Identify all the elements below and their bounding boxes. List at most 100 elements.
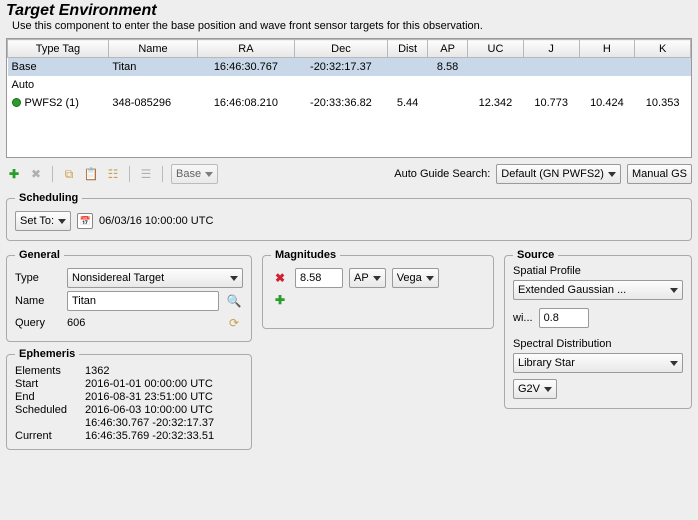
auto-group-label: Auto (8, 76, 691, 94)
cell-name: Titan (108, 58, 197, 76)
separator (162, 166, 163, 182)
refresh-icon[interactable]: ⟳ (225, 314, 243, 332)
scheduling-datetime: 06/03/16 10:00:00 UTC (99, 215, 213, 227)
scheduled-coords: 16:46:30.767 -20:32:17.37 (85, 417, 214, 429)
spatial-profile-label: Spatial Profile (513, 265, 683, 277)
source-legend: Source (513, 249, 558, 261)
col-ap[interactable]: AP (428, 40, 468, 58)
spectral-dist-combo[interactable]: Library Star (513, 353, 683, 373)
set-to-combo[interactable]: Set To: (15, 211, 71, 231)
query-value: 606 (67, 317, 219, 329)
cell-h (579, 58, 635, 76)
start-value: 2016-01-01 00:00:00 UTC (85, 378, 213, 390)
col-j[interactable]: J (523, 40, 579, 58)
cell-tag: PWFS2 (1) (8, 94, 109, 112)
table-header-row: Type Tag Name RA Dec Dist AP UC J H K (8, 40, 691, 58)
manual-gs-button[interactable]: Manual GS (627, 164, 692, 184)
general-legend: General (15, 249, 64, 261)
type-combo[interactable]: Nonsidereal Target (67, 268, 243, 288)
source-panel: Source Spatial Profile Extended Gaussian… (504, 249, 692, 409)
cell-uc: 12.342 (468, 94, 524, 112)
search-icon[interactable]: 🔍 (225, 292, 243, 310)
add-magnitude-icon[interactable]: ✚ (271, 291, 289, 309)
table-row-base[interactable]: Base Titan 16:46:30.767 -20:32:17.37 8.5… (8, 58, 691, 76)
col-name[interactable]: Name (108, 40, 197, 58)
cell-dist (388, 58, 428, 76)
current-value: 16:46:35.769 -20:32:33.51 (85, 430, 214, 442)
col-ra[interactable]: RA (198, 40, 295, 58)
targets-table: Type Tag Name RA Dec Dist AP UC J H K Ba… (6, 38, 692, 158)
copy-icon[interactable]: ⧉ (61, 166, 77, 182)
chevron-down-icon (608, 172, 616, 177)
page-subtitle: Use this component to enter the base pos… (0, 20, 698, 36)
remove-magnitude-icon[interactable]: ✖ (271, 269, 289, 287)
cell-k: 10.353 (635, 94, 691, 112)
query-label: Query (15, 317, 61, 329)
add-icon[interactable]: ✚ (6, 166, 22, 182)
current-label: Current (15, 430, 79, 442)
elements-label: Elements (15, 365, 79, 377)
magnitude-band-combo[interactable]: AP (349, 268, 386, 288)
cell-k (635, 58, 691, 76)
spatial-profile-combo[interactable]: Extended Gaussian ... (513, 280, 683, 300)
col-dist[interactable]: Dist (388, 40, 428, 58)
col-k[interactable]: K (635, 40, 691, 58)
cell-dec: -20:32:17.37 (294, 58, 387, 76)
cell-j: 10.773 (523, 94, 579, 112)
ephemeris-legend: Ephemeris (15, 348, 79, 360)
chevron-down-icon (58, 219, 66, 224)
status-dot-icon (12, 98, 21, 107)
auto-guide-label: Auto Guide Search: (394, 168, 490, 180)
scheduling-panel: Scheduling Set To: 📅 06/03/16 10:00:00 U… (6, 192, 692, 241)
auto-guide-combo[interactable]: Default (GN PWFS2) (496, 164, 621, 184)
table-row-auto[interactable]: PWFS2 (1) 348-085296 16:46:08.210 -20:33… (8, 94, 691, 112)
remove-icon[interactable]: ✖ (28, 166, 44, 182)
list-icon[interactable]: ☰ (138, 166, 154, 182)
cell-ap (428, 94, 468, 112)
star-type-combo[interactable]: G2V (513, 379, 557, 399)
chevron-down-icon (373, 276, 381, 281)
name-label: Name (15, 295, 61, 307)
cell-j (523, 58, 579, 76)
magnitude-system-combo[interactable]: Vega (392, 268, 439, 288)
magnitudes-panel: Magnitudes ✖ AP Vega ✚ (262, 249, 494, 329)
col-type-tag[interactable]: Type Tag (8, 40, 109, 58)
scheduled-label: Scheduled (15, 404, 79, 416)
chevron-down-icon (426, 276, 434, 281)
col-h[interactable]: H (579, 40, 635, 58)
type-label: Type (15, 272, 61, 284)
separator (52, 166, 53, 182)
scheduling-legend: Scheduling (15, 192, 82, 204)
cell-name: 348-085296 (108, 94, 197, 112)
col-dec[interactable]: Dec (294, 40, 387, 58)
cell-tag: Base (8, 58, 109, 76)
col-uc[interactable]: UC (468, 40, 524, 58)
calendar-icon[interactable]: 📅 (77, 213, 93, 229)
spectral-dist-label: Spectral Distribution (513, 338, 683, 350)
scheduled-value: 2016-06-03 10:00:00 UTC (85, 404, 213, 416)
general-panel: General Type Nonsidereal Target Name 🔍 Q… (6, 249, 252, 342)
magnitude-value-input[interactable] (295, 268, 343, 288)
elements-value: 1362 (85, 365, 109, 377)
paste-icon[interactable]: 📋 (83, 166, 99, 182)
chevron-down-icon (230, 276, 238, 281)
ephemeris-panel: Ephemeris Elements 1362 Start 2016-01-01 0… (6, 348, 252, 450)
duplicate-icon[interactable]: ☷ (105, 166, 121, 182)
table-row-auto-group[interactable]: Auto (8, 76, 691, 94)
cell-ap: 8.58 (428, 58, 468, 76)
name-input[interactable] (67, 291, 219, 311)
page-title: Target Environment (0, 0, 698, 20)
wi-input[interactable] (539, 308, 589, 328)
end-label: End (15, 391, 79, 403)
cell-ra: 16:46:30.767 (198, 58, 295, 76)
cell-uc (468, 58, 524, 76)
cell-h: 10.424 (579, 94, 635, 112)
base-combo[interactable]: Base (171, 164, 218, 184)
start-label: Start (15, 378, 79, 390)
end-value: 2016-08-31 23:51:00 UTC (85, 391, 213, 403)
separator (129, 166, 130, 182)
chevron-down-icon (544, 387, 552, 392)
chevron-down-icon (670, 361, 678, 366)
magnitudes-legend: Magnitudes (271, 249, 340, 261)
cell-dec: -20:33:36.82 (294, 94, 387, 112)
